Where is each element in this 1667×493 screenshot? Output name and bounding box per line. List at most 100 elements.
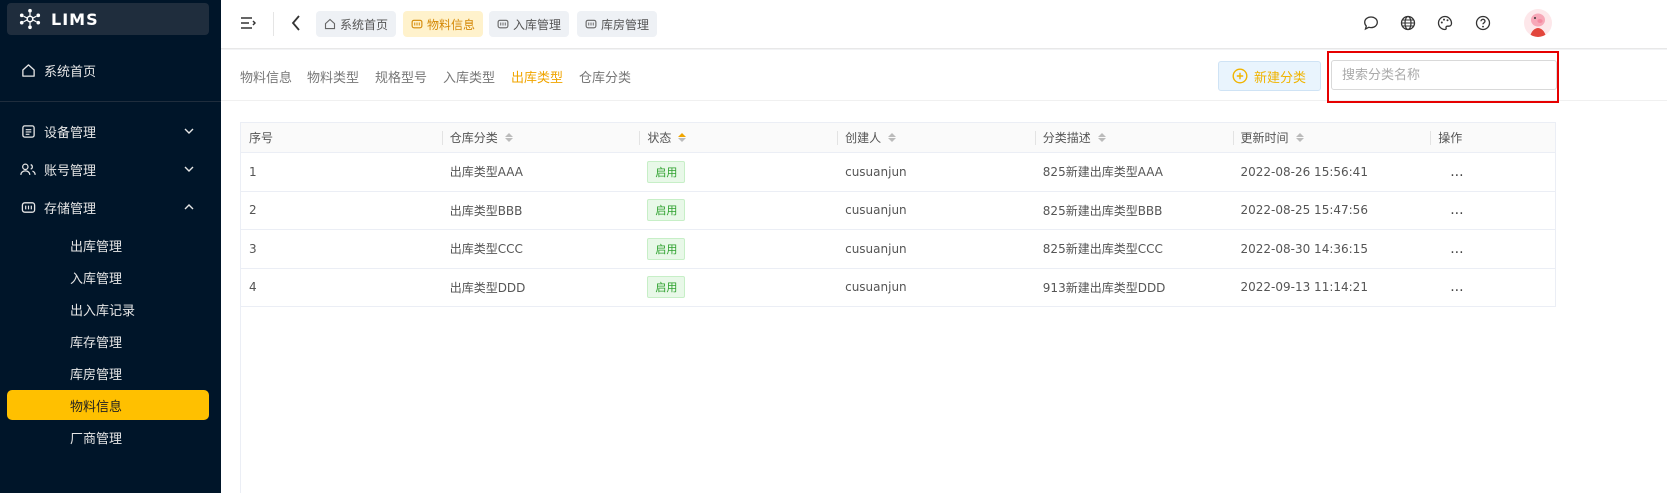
cell-updated: 2022-08-30 14:36:15: [1240, 241, 1368, 256]
sort-icon[interactable]: [888, 133, 897, 142]
cell-actions: ...: [1430, 269, 1555, 307]
app-name: LIMS: [51, 9, 99, 29]
table-row: 4 出库类型DDD 启用 cusuanjun 913新建出库类型DDD 2022…: [241, 269, 1555, 307]
tab-label: 入库管理: [513, 17, 562, 32]
cell-description: 825新建出库类型CCC: [1042, 242, 1163, 257]
sort-icon[interactable]: [1097, 133, 1106, 142]
status-badge: 启用: [647, 237, 686, 260]
status-badge: 启用: [647, 276, 686, 299]
cell-updated: 2022-09-13 11:14:21: [1240, 280, 1368, 295]
tab-home[interactable]: 系统首页: [316, 11, 397, 37]
new-category-button[interactable]: 新建分类: [1218, 61, 1321, 91]
sidebar-subitem-label: 厂商管理: [70, 431, 123, 447]
sidebar-item-home[interactable]: 系统首页: [0, 52, 221, 88]
search-input[interactable]: [1331, 60, 1557, 90]
sidebar-subitem-label: 入库管理: [70, 271, 123, 287]
sidebar-subitem-inventory[interactable]: 库存管理: [7, 326, 209, 356]
more-actions-icon[interactable]: ...: [1450, 202, 1463, 218]
tab-spec-model[interactable]: 规格型号: [375, 67, 427, 86]
chevron-up-icon: [184, 204, 194, 210]
col-header-status[interactable]: 状态: [639, 123, 837, 152]
cell-description: 913新建出库类型DDD: [1042, 280, 1166, 295]
category-tabs: 物料信息 物料类型 规格型号 入库类型 出库类型 仓库分类 新建分类: [221, 50, 1667, 103]
sort-icon[interactable]: [1295, 133, 1304, 142]
sort-icon[interactable]: [504, 133, 513, 142]
cell-index: 4: [249, 280, 257, 295]
sidebar-subitem-inbound[interactable]: 入库管理: [7, 262, 209, 292]
cell-creator: cusuanjun: [845, 164, 907, 179]
tab-warehouse[interactable]: 库房管理: [577, 11, 658, 37]
sidebar-subitem-label: 出入库记录: [70, 303, 136, 319]
palette-icon[interactable]: [1436, 14, 1454, 32]
help-icon[interactable]: [1474, 14, 1492, 32]
tab-material[interactable]: 物料信息: [403, 11, 484, 37]
cell-category: 出库类型AAA: [449, 165, 523, 180]
sidebar-subitem-outbound[interactable]: 出库管理: [7, 230, 209, 260]
cell-index: 2: [249, 203, 257, 218]
col-header-updated[interactable]: 更新时间: [1232, 123, 1431, 152]
sidebar-item-accounts[interactable]: 账号管理: [0, 151, 221, 187]
chat-icon[interactable]: [1362, 14, 1380, 32]
cell-description: 825新建出库类型BBB: [1042, 203, 1163, 218]
tab-warehouse-category[interactable]: 仓库分类: [579, 67, 631, 86]
sidebar-subitem-warehouse[interactable]: 库房管理: [7, 358, 209, 388]
sidebar-subitem-label: 出库管理: [70, 239, 123, 255]
top-bar: 系统首页 物料信息 入库管理 库房管理: [221, 0, 1667, 49]
table-row: 1 出库类型AAA 启用 cusuanjun 825新建出库类型AAA 2022…: [241, 153, 1555, 192]
avatar[interactable]: [1524, 9, 1552, 37]
content-card: 物料信息 物料类型 规格型号 入库类型 出库类型 仓库分类 新建分类 序号 仓库…: [221, 50, 1667, 493]
new-category-label: 新建分类: [1254, 70, 1307, 86]
collapse-menu-icon[interactable]: [239, 14, 257, 32]
sidebar-subitem-label: 物料信息: [70, 399, 123, 415]
tab-label: 物料信息: [427, 17, 476, 32]
cell-index: 1: [249, 164, 257, 179]
brand[interactable]: LIMS: [7, 3, 209, 35]
tab-label: 系统首页: [340, 17, 389, 32]
col-header-description[interactable]: 分类描述: [1034, 123, 1233, 152]
sidebar-item-label: 账号管理: [44, 163, 97, 179]
tab-material-type[interactable]: 物料类型: [307, 67, 359, 86]
status-badge: 启用: [647, 160, 686, 183]
status-badge: 启用: [647, 199, 686, 222]
cell-category: 出库类型BBB: [449, 203, 523, 218]
col-header-actions: 操作: [1430, 123, 1555, 152]
col-header-creator[interactable]: 创建人: [837, 123, 1035, 152]
more-actions-icon[interactable]: ...: [1450, 279, 1463, 295]
sidebar-subitem-label: 库存管理: [70, 335, 123, 351]
sidebar-subitem-vendors[interactable]: 厂商管理: [7, 422, 209, 452]
sidebar-item-label: 设备管理: [44, 125, 97, 141]
back-icon[interactable]: [287, 14, 305, 32]
more-actions-icon[interactable]: ...: [1450, 164, 1463, 180]
sidebar-divider: [0, 101, 221, 102]
home-icon: [324, 18, 336, 30]
chevron-down-icon: [184, 128, 194, 134]
cell-updated: 2022-08-25 15:47:56: [1240, 203, 1368, 218]
storage-icon: [497, 19, 509, 29]
col-header-category[interactable]: 仓库分类: [441, 123, 640, 152]
storage-icon: [585, 19, 597, 29]
tab-inbound[interactable]: 入库管理: [489, 11, 570, 37]
col-header-index: 序号: [249, 131, 274, 145]
sort-icon[interactable]: [678, 133, 687, 142]
table-header: 序号 仓库分类 状态 创建人 分类描述 更新时间 操作: [241, 123, 1555, 153]
sidebar-subitem-records[interactable]: 出入库记录: [7, 294, 209, 324]
sidebar-subitem-material[interactable]: 物料信息: [7, 390, 209, 420]
sidebar-item-devices[interactable]: 设备管理: [0, 113, 221, 149]
cell-status: 启用: [639, 230, 837, 268]
tab-label: 库房管理: [601, 17, 650, 32]
sidebar-item-storage[interactable]: 存储管理: [0, 189, 221, 225]
toolbar-separator: [273, 12, 274, 36]
users-icon: [20, 161, 36, 177]
table-left-border: [240, 307, 241, 493]
logo-icon: [19, 8, 41, 30]
category-table: 序号 仓库分类 状态 创建人 分类描述 更新时间 操作 1 出库类型AAA 启用…: [240, 122, 1556, 307]
cell-status: 启用: [639, 269, 837, 307]
cell-status: 启用: [639, 153, 837, 191]
globe-icon[interactable]: [1399, 14, 1417, 32]
tab-material-info[interactable]: 物料信息: [240, 67, 292, 86]
tab-inbound-type[interactable]: 入库类型: [443, 67, 495, 86]
sidebar: LIMS 系统首页 设备管理 账号管理 存储管理 出库管理 入库管理 出入库记录…: [0, 0, 221, 493]
cell-actions: ...: [1430, 153, 1555, 191]
tab-outbound-type[interactable]: 出库类型: [511, 67, 563, 86]
more-actions-icon[interactable]: ...: [1450, 241, 1463, 257]
